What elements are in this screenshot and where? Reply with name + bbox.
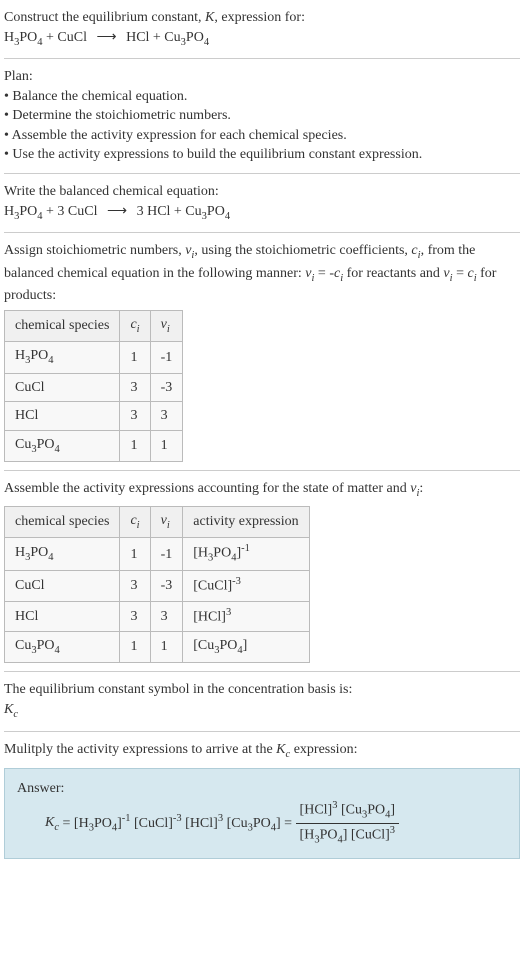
col-ci: ci bbox=[120, 506, 150, 537]
table-row: CuCl 3 -3 [CuCl]-3 bbox=[5, 571, 310, 601]
stoich-intro: Assign stoichiometric numbers, νi, using… bbox=[4, 241, 520, 306]
cell-c: 3 bbox=[120, 571, 150, 601]
cell-species: H3PO4 bbox=[5, 342, 120, 373]
table-header-row: chemical species ci νi activity expressi… bbox=[5, 506, 310, 537]
plan-bullet: • Determine the stoichiometric numbers. bbox=[4, 106, 520, 126]
stoich-table: chemical species ci νi H3PO4 1 -1 CuCl 3… bbox=[4, 310, 183, 463]
balanced-header: Write the balanced chemical equation: bbox=[4, 182, 520, 202]
cell-nu: 3 bbox=[150, 601, 183, 631]
balanced-section: Write the balanced chemical equation: H3… bbox=[4, 182, 520, 224]
cell-species: HCl bbox=[5, 402, 120, 431]
divider bbox=[4, 671, 520, 672]
cell-species: HCl bbox=[5, 601, 120, 631]
multiply-section: Mulitply the activity expressions to arr… bbox=[4, 740, 520, 762]
ksymbol-line: The equilibrium constant symbol in the c… bbox=[4, 680, 520, 700]
plan-bullet: • Balance the chemical equation. bbox=[4, 87, 520, 107]
cell-expr: [Cu3PO4] bbox=[183, 631, 309, 662]
table-row: Cu3PO4 1 1 [Cu3PO4] bbox=[5, 631, 310, 662]
divider bbox=[4, 58, 520, 59]
cell-species: CuCl bbox=[5, 571, 120, 601]
ksymbol: Kc bbox=[4, 700, 520, 722]
col-activity: activity expression bbox=[183, 506, 309, 537]
col-ci: ci bbox=[120, 310, 150, 341]
cell-nu: -1 bbox=[150, 538, 183, 571]
cell-expr: [H3PO4]-1 bbox=[183, 538, 309, 571]
plan-bullet: • Use the activity expressions to build … bbox=[4, 145, 520, 165]
cell-c: 3 bbox=[120, 601, 150, 631]
cell-nu: -3 bbox=[150, 373, 183, 402]
fraction-numerator: [HCl]3 [Cu3PO4] bbox=[296, 799, 400, 824]
answer-fraction: [HCl]3 [Cu3PO4] [H3PO4] [CuCl]3 bbox=[296, 799, 400, 848]
cell-c: 1 bbox=[120, 538, 150, 571]
divider bbox=[4, 731, 520, 732]
cell-species: Cu3PO4 bbox=[5, 631, 120, 662]
cell-nu: -3 bbox=[150, 571, 183, 601]
divider bbox=[4, 470, 520, 471]
plan-section: Plan: • Balance the chemical equation. •… bbox=[4, 67, 520, 165]
table-row: HCl 3 3 bbox=[5, 402, 183, 431]
cell-expr: [CuCl]-3 bbox=[183, 571, 309, 601]
cell-species: Cu3PO4 bbox=[5, 430, 120, 461]
table-row: Cu3PO4 1 1 bbox=[5, 430, 183, 461]
cell-c: 3 bbox=[120, 373, 150, 402]
activity-table: chemical species ci νi activity expressi… bbox=[4, 506, 310, 664]
ksymbol-section: The equilibrium constant symbol in the c… bbox=[4, 680, 520, 722]
stoich-section: Assign stoichiometric numbers, νi, using… bbox=[4, 241, 520, 462]
fraction-denominator: [H3PO4] [CuCl]3 bbox=[296, 824, 400, 848]
table-row: CuCl 3 -3 bbox=[5, 373, 183, 402]
answer-expression: Kc = [H3PO4]-1 [CuCl]-3 [HCl]3 [Cu3PO4] … bbox=[45, 799, 507, 848]
multiply-line: Mulitply the activity expressions to arr… bbox=[4, 740, 520, 762]
col-nui: νi bbox=[150, 310, 183, 341]
cell-c: 1 bbox=[120, 342, 150, 373]
cell-c: 1 bbox=[120, 631, 150, 662]
col-species: chemical species bbox=[5, 310, 120, 341]
cell-nu: 1 bbox=[150, 430, 183, 461]
table-row: HCl 3 3 [HCl]3 bbox=[5, 601, 310, 631]
balanced-reaction: H3PO4 + 3 CuCl ⟶ 3 HCl + Cu3PO4 bbox=[4, 202, 520, 224]
table-row: H3PO4 1 -1 [H3PO4]-1 bbox=[5, 538, 310, 571]
table-row: H3PO4 1 -1 bbox=[5, 342, 183, 373]
answer-label: Answer: bbox=[17, 779, 507, 799]
divider bbox=[4, 173, 520, 174]
prompt-line1: Construct the equilibrium constant, K, e… bbox=[4, 8, 520, 28]
activity-intro: Assemble the activity expressions accoun… bbox=[4, 479, 520, 501]
cell-nu: -1 bbox=[150, 342, 183, 373]
cell-nu: 1 bbox=[150, 631, 183, 662]
unbalanced-reaction: H3PO4 + CuCl ⟶ HCl + Cu3PO4 bbox=[4, 28, 520, 50]
cell-species: CuCl bbox=[5, 373, 120, 402]
prompt-section: Construct the equilibrium constant, K, e… bbox=[4, 8, 520, 50]
cell-c: 3 bbox=[120, 402, 150, 431]
divider bbox=[4, 232, 520, 233]
plan-bullet: • Assemble the activity expression for e… bbox=[4, 126, 520, 146]
table-header-row: chemical species ci νi bbox=[5, 310, 183, 341]
activity-section: Assemble the activity expressions accoun… bbox=[4, 479, 520, 663]
cell-species: H3PO4 bbox=[5, 538, 120, 571]
col-species: chemical species bbox=[5, 506, 120, 537]
col-nui: νi bbox=[150, 506, 183, 537]
cell-c: 1 bbox=[120, 430, 150, 461]
cell-expr: [HCl]3 bbox=[183, 601, 309, 631]
cell-nu: 3 bbox=[150, 402, 183, 431]
answer-box: Answer: Kc = [H3PO4]-1 [CuCl]-3 [HCl]3 [… bbox=[4, 768, 520, 859]
plan-header: Plan: bbox=[4, 67, 520, 87]
